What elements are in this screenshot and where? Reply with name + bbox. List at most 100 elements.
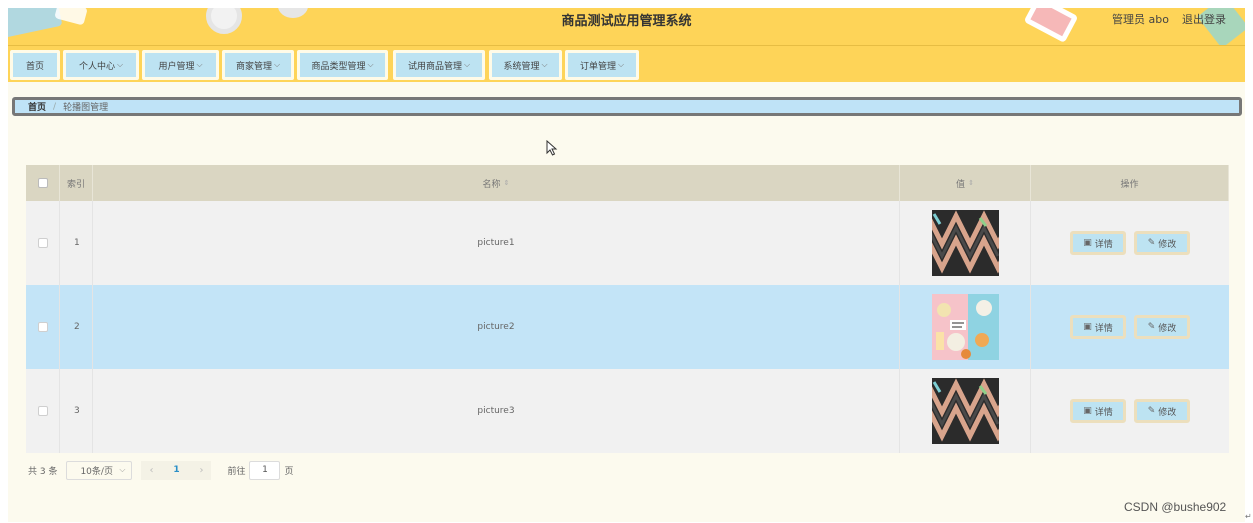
top-nav: 首页 个人中心 ⌵ 用户管理 ⌵ 商家管理 ⌵ 商品类型管理 ⌵ 试用商品管理 …	[8, 45, 1245, 82]
chevron-down-icon: ⌵	[119, 464, 126, 474]
carousel-image-thumbnail[interactable]	[931, 294, 999, 360]
row-checkbox-cell	[26, 369, 60, 453]
header-bar: 商品测试应用管理系统 管理员 abo 退出登录	[8, 8, 1245, 45]
logout-link[interactable]: 退出登录	[1182, 11, 1226, 27]
detail-button[interactable]: ▣ 详情	[1070, 231, 1126, 255]
detail-button-label: 详情	[1094, 407, 1113, 418]
table-row[interactable]: 2 picture2 ▣ 详情 ✎ 修改	[26, 285, 1229, 369]
row-checkbox-cell	[26, 285, 60, 369]
page-size-select[interactable]: 10条/页 ⌵	[66, 460, 133, 480]
edit-button[interactable]: ✎ 修改	[1134, 315, 1190, 339]
column-header-label: 操作	[1120, 179, 1139, 190]
page-number-current[interactable]: 1	[173, 465, 179, 475]
nav-item-label: 首页	[25, 61, 44, 72]
nav-item-trial-product-management[interactable]: 试用商品管理 ⌵	[393, 50, 485, 80]
edit-button[interactable]: ✎ 修改	[1134, 399, 1190, 423]
edit-button-label: 修改	[1158, 239, 1177, 250]
app-title: 商品测试应用管理系统	[561, 14, 692, 29]
header-index: 索引	[60, 165, 93, 201]
edit-button[interactable]: ✎ 修改	[1134, 231, 1190, 255]
row-checkbox[interactable]	[37, 322, 48, 332]
nav-item-merchant-management[interactable]: 商家管理 ⌵	[222, 50, 294, 80]
app-window: 商品测试应用管理系统 管理员 abo 退出登录 首页 个人中心 ⌵ 用户管理 ⌵…	[8, 8, 1245, 522]
chevron-down-icon: ⌵	[273, 60, 281, 69]
table-row[interactable]: 1 picture1 ▣ 详情 ✎ 修改	[26, 201, 1229, 285]
header-name[interactable]: 名称 ⇕	[93, 165, 900, 201]
row-checkbox-cell	[26, 201, 60, 285]
row-operations: ▣ 详情 ✎ 修改	[1031, 285, 1229, 369]
document-icon: ▣	[1083, 238, 1092, 248]
edit-icon: ✎	[1147, 406, 1156, 416]
return-arrow-icon: ↵	[1245, 512, 1252, 521]
nav-item-personal-center[interactable]: 个人中心 ⌵	[63, 50, 139, 80]
pagination: 共 3 条 10条/页 ⌵ ‹ 1 › 前往 页	[28, 460, 293, 480]
nav-item-label: 订单管理	[579, 61, 616, 72]
edit-icon: ✎	[1147, 322, 1156, 332]
row-value	[900, 201, 1031, 285]
row-index: 2	[60, 285, 93, 369]
edit-button-label: 修改	[1158, 407, 1177, 418]
breadcrumb-separator: /	[53, 101, 57, 112]
mouse-pointer-icon	[546, 140, 558, 156]
chevron-down-icon: ⌵	[116, 60, 124, 69]
page-size-value: 10条/页	[80, 466, 113, 477]
breadcrumb-current: 轮播图管理	[63, 103, 109, 113]
chevron-down-icon: ⌵	[541, 60, 548, 69]
breadcrumb: 首页 / 轮播图管理	[12, 97, 1242, 116]
column-header-label: 值	[956, 179, 966, 190]
table-header: 索引 名称 ⇕ 值 ⇕ 操作	[26, 165, 1229, 201]
row-name: picture3	[93, 369, 900, 453]
nav-item-order-management[interactable]: 订单管理 ⌵	[565, 50, 639, 80]
document-icon: ▣	[1083, 406, 1092, 416]
detail-button-label: 详情	[1094, 323, 1113, 334]
nav-item-label: 商家管理	[235, 61, 272, 72]
header-checkbox-cell	[26, 165, 60, 201]
column-header-label: 名称	[482, 179, 501, 190]
row-value	[900, 285, 1031, 369]
sort-icon[interactable]: ⇕	[504, 179, 510, 187]
breadcrumb-home[interactable]: 首页	[28, 100, 46, 113]
carousel-table: 索引 名称 ⇕ 值 ⇕ 操作 1 picture1 ▣ 详情 ✎ 修改 2 pi…	[26, 165, 1229, 453]
row-operations: ▣ 详情 ✎ 修改	[1031, 369, 1229, 453]
document-icon: ▣	[1083, 322, 1092, 332]
select-all-checkbox[interactable]	[37, 178, 48, 188]
goto-label: 前往	[227, 466, 246, 477]
header-operations: 操作	[1031, 165, 1229, 201]
nav-item-label: 用户管理	[158, 61, 195, 72]
nav-item-label: 商品类型管理	[311, 61, 366, 72]
goto-page-input[interactable]	[249, 460, 281, 480]
header-value[interactable]: 值 ⇕	[900, 165, 1031, 201]
row-name: picture2	[93, 285, 900, 369]
nav-item-user-management[interactable]: 用户管理 ⌵	[142, 50, 219, 80]
page-navigator: ‹ 1 ›	[141, 460, 212, 480]
table-row[interactable]: 3 picture3 ▣ 详情 ✎ 修改	[26, 369, 1229, 453]
row-index: 1	[60, 201, 93, 285]
edit-button-label: 修改	[1158, 323, 1177, 334]
pagination-total: 共 3 条	[28, 466, 58, 477]
nav-item-product-type-management[interactable]: 商品类型管理 ⌵	[297, 50, 388, 80]
column-header-label: 索引	[67, 179, 86, 190]
row-operations: ▣ 详情 ✎ 修改	[1031, 201, 1229, 285]
nav-item-home[interactable]: 首页	[10, 50, 60, 80]
detail-button[interactable]: ▣ 详情	[1070, 315, 1126, 339]
row-checkbox[interactable]	[37, 238, 48, 248]
edit-icon: ✎	[1147, 238, 1156, 248]
carousel-image-thumbnail[interactable]	[931, 210, 999, 276]
page-suffix-label: 页	[284, 466, 294, 477]
prev-page-icon[interactable]: ‹	[149, 465, 153, 476]
detail-button[interactable]: ▣ 详情	[1070, 399, 1126, 423]
nav-item-label: 试用商品管理	[407, 61, 462, 72]
csdn-watermark: CSDN @bushe902	[1124, 500, 1227, 514]
row-checkbox[interactable]	[37, 406, 48, 416]
nav-item-label: 系统管理	[503, 61, 540, 72]
sort-icon[interactable]: ⇕	[968, 179, 974, 187]
next-page-icon[interactable]: ›	[199, 465, 203, 476]
chevron-down-icon: ⌵	[367, 60, 374, 69]
row-name: picture1	[93, 201, 900, 285]
carousel-image-thumbnail[interactable]	[931, 378, 999, 444]
row-index: 3	[60, 369, 93, 453]
row-value	[900, 369, 1031, 453]
chevron-down-icon: ⌵	[463, 60, 471, 69]
detail-button-label: 详情	[1094, 239, 1113, 250]
nav-item-system-management[interactable]: 系统管理 ⌵	[489, 50, 562, 80]
